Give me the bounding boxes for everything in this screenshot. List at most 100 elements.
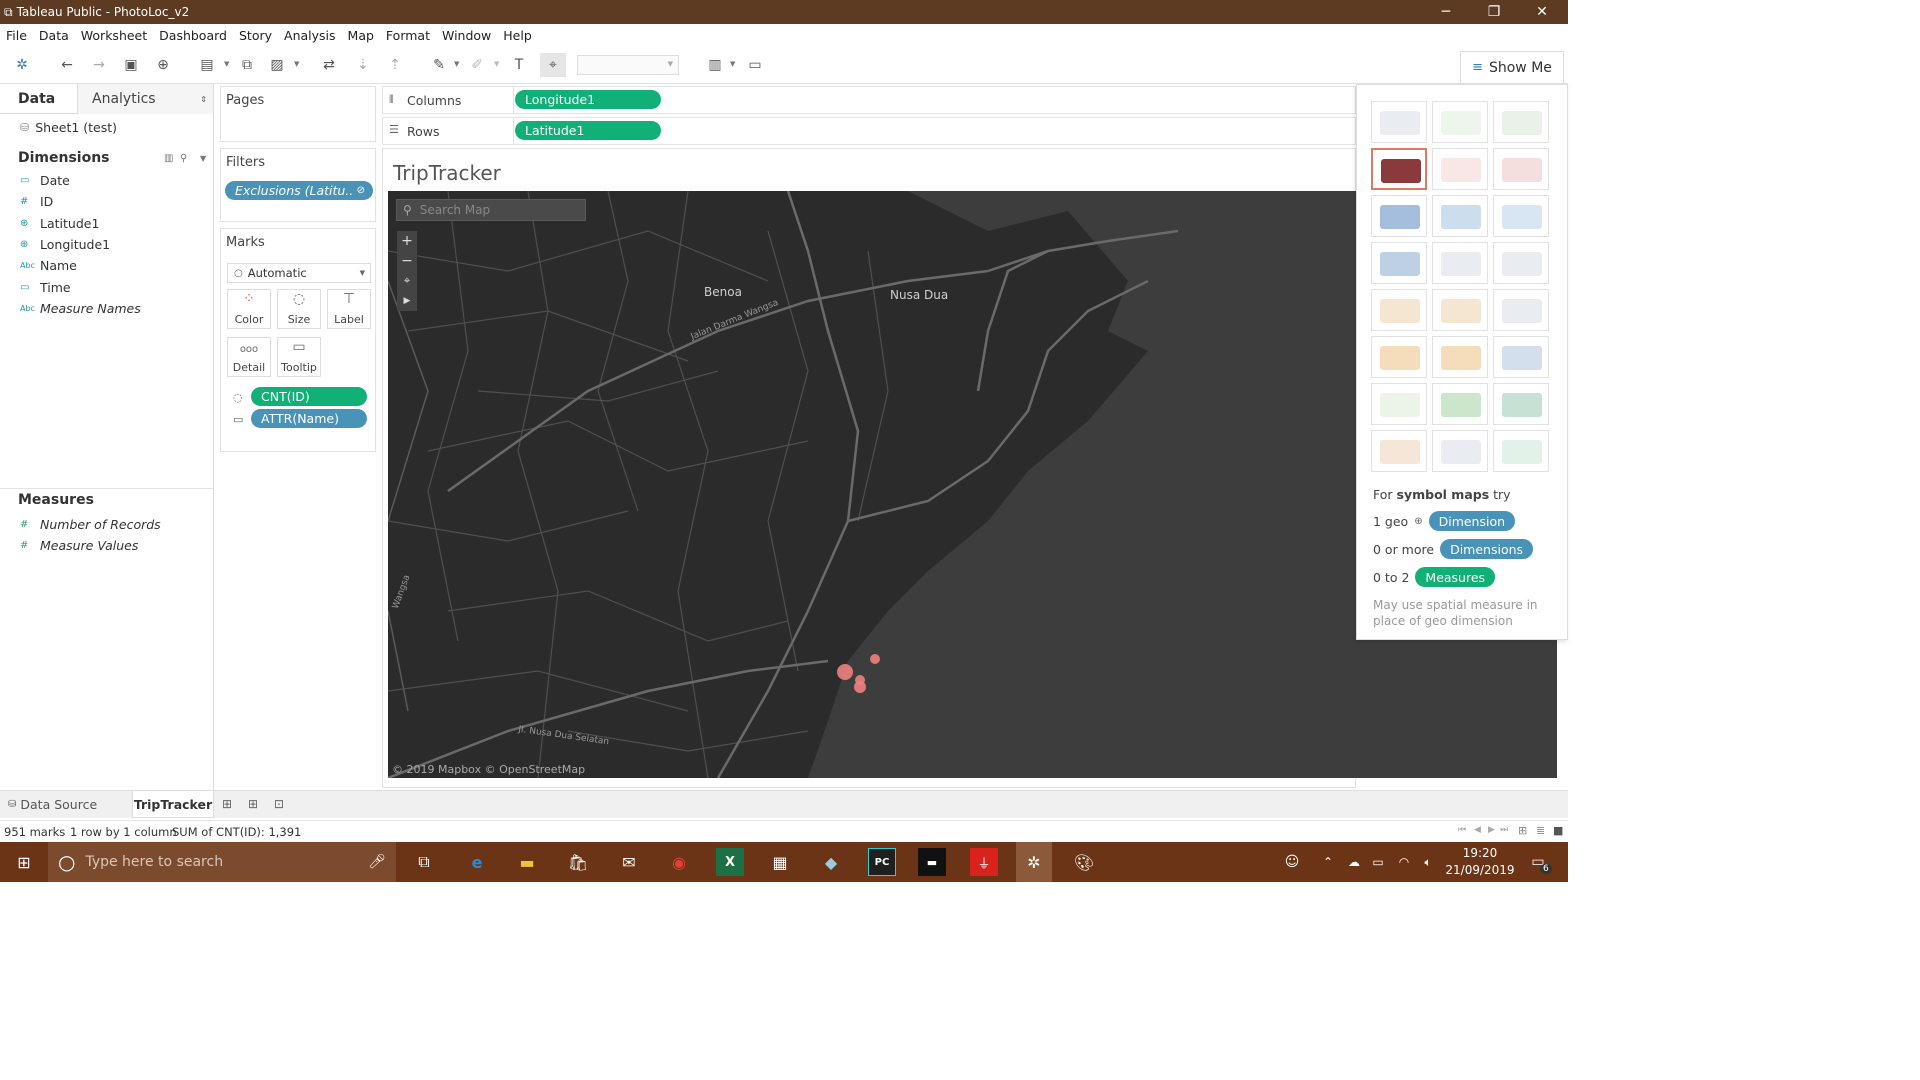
list-view-icon[interactable]: ≣ (1536, 824, 1545, 837)
chart-type-continuous-lines-icon[interactable] (1371, 289, 1427, 331)
dimensions-menu-icon[interactable]: ▼ (200, 154, 206, 163)
tooltip-button[interactable]: ▭ Tooltip (277, 337, 321, 377)
people-icon[interactable]: ☺ (1278, 848, 1306, 876)
chart-type-bullet-graph-icon[interactable] (1432, 430, 1488, 472)
fix-axes-icon[interactable]: ⌖ (540, 53, 566, 77)
new-worksheet-dropdown-icon[interactable]: ▼ (224, 60, 229, 68)
dimension-field[interactable]: Abc Measure Names (0, 298, 213, 319)
map-point-mark[interactable] (870, 654, 880, 664)
file-explorer-icon[interactable]: ▬ (513, 848, 541, 876)
redo-icon[interactable]: → (90, 56, 108, 74)
chart-type-box-and-whisker-icon[interactable] (1493, 383, 1549, 425)
columns-shelf[interactable]: ⦀ Columns Longitude1 (382, 86, 1356, 114)
detail-button[interactable]: ooo Detail (227, 337, 271, 377)
clear-sheet-icon[interactable]: ▨ (268, 56, 286, 74)
size-pill[interactable]: CNT(ID) (251, 387, 367, 406)
view-toggle-icon[interactable]: ▥ (164, 153, 173, 164)
presentation-mode-icon[interactable]: ▭ (746, 56, 764, 74)
chart-type-dual-lines-icon[interactable] (1493, 289, 1549, 331)
menu-dashboard[interactable]: Dashboard (159, 28, 227, 43)
chart-type-circle-views-icon[interactable] (1432, 242, 1488, 284)
app-icon[interactable]: ◆ (817, 848, 845, 876)
menu-worksheet[interactable]: Worksheet (81, 28, 147, 43)
pdf-reader-icon[interactable]: ⏚ (970, 848, 998, 876)
menu-file[interactable]: File (6, 28, 27, 43)
columns-pill[interactable]: Longitude1 (515, 90, 661, 109)
mark-type-dropdown[interactable]: ○ Automatic ▼ (227, 263, 371, 283)
battery-icon[interactable]: ▭ (1364, 848, 1392, 876)
chart-type-pie-chart-icon[interactable] (1493, 148, 1549, 190)
mail-icon[interactable]: ✉ (615, 848, 643, 876)
search-map-input[interactable]: ⚲ Search Map (396, 199, 586, 221)
clear-sheet-dropdown-icon[interactable]: ▼ (294, 60, 299, 68)
new-story-icon[interactable]: ⊡ (274, 797, 284, 811)
menu-story[interactable]: Story (239, 28, 272, 43)
pycharm-icon[interactable]: PC (868, 848, 896, 876)
measure-field[interactable]: # Measure Values (0, 535, 213, 556)
menu-map[interactable]: Map (348, 28, 374, 43)
chart-type-side-by-side-bars-icon[interactable] (1493, 195, 1549, 237)
show-cards-dropdown-icon[interactable]: ▼ (730, 60, 735, 68)
datasource-item[interactable]: ⛁ Sheet1 (test) (0, 114, 213, 140)
new-worksheet-icon[interactable]: ⊞ (222, 797, 232, 811)
taskbar-clock[interactable]: 19:20 21/09/2019 (1440, 845, 1520, 879)
sort-descending-icon[interactable]: ⇡ (386, 56, 404, 74)
size-button[interactable]: ◌ Size (277, 289, 321, 329)
chart-type-gantt-chart-icon[interactable] (1371, 430, 1427, 472)
chart-type-filled-map-icon[interactable] (1432, 148, 1488, 190)
grid-view-icon[interactable]: ⊞ (1518, 824, 1527, 837)
tray-expand-icon[interactable]: ⌃ (1314, 848, 1342, 876)
nav-first-icon[interactable]: ⏮ (1458, 825, 1466, 835)
measure-field[interactable]: # Number of Records (0, 514, 213, 535)
menu-help[interactable]: Help (503, 28, 532, 43)
chart-type-area-continuous-icon[interactable] (1371, 336, 1427, 378)
show-labels-icon[interactable]: T (510, 56, 528, 74)
pages-card[interactable]: Pages (220, 86, 376, 142)
chart-type-symbol-map-icon[interactable] (1371, 148, 1427, 190)
tab-data[interactable]: Data (0, 84, 78, 114)
dimension-field[interactable]: ⊕ Latitude1 (0, 213, 213, 234)
dimension-field[interactable]: ⊕ Longitude1 (0, 234, 213, 255)
label-button[interactable]: ⊤ Label (327, 289, 371, 329)
save-icon[interactable]: ▣ (122, 56, 140, 74)
show-cards-icon[interactable]: ▥ (706, 56, 724, 74)
chart-type-packed-bubbles-icon[interactable] (1493, 430, 1549, 472)
dimension-field[interactable]: ▭ Time (0, 276, 213, 297)
microphone-icon[interactable]: 🎤︎ (368, 854, 386, 870)
sort-ascending-icon[interactable]: ⇣ (354, 56, 372, 74)
expand-toolbar-icon[interactable]: ▶ (397, 291, 417, 311)
filmstrip-view-icon[interactable]: ■ (1553, 824, 1563, 837)
swap-rows-columns-icon[interactable]: ⇄ (320, 56, 338, 74)
app-icon[interactable]: ▦ (766, 848, 794, 876)
new-datasource-icon[interactable]: ⊕ (154, 56, 172, 74)
chart-type-stacked-bars-icon[interactable] (1432, 195, 1488, 237)
group-members-icon[interactable]: ✐ (468, 56, 486, 74)
dimension-field[interactable]: Abc Name (0, 255, 213, 276)
chart-type-highlight-table-icon[interactable] (1493, 101, 1549, 143)
zoom-out-button[interactable]: − (397, 251, 417, 271)
undo-icon[interactable]: ← (58, 56, 76, 74)
maximize-button[interactable]: ❐ (1470, 0, 1518, 24)
volume-icon[interactable]: 🔈︎ (1414, 848, 1442, 876)
tab-analytics[interactable]: Analytics ⇕ (78, 84, 213, 114)
terminal-icon[interactable]: ▬ (918, 848, 946, 876)
group-dropdown-icon[interactable]: ▼ (494, 60, 499, 68)
rows-shelf[interactable]: ☰ Rows Latitude1 (382, 117, 1356, 145)
chart-type-scatter-plot-icon[interactable] (1371, 383, 1427, 425)
menu-data[interactable]: Data (39, 28, 69, 43)
map-point-mark[interactable] (854, 681, 866, 693)
menu-analysis[interactable]: Analysis (284, 28, 336, 43)
map-point-mark[interactable] (837, 664, 853, 680)
dimension-field[interactable]: # ID (0, 191, 213, 212)
tab-menu-icon[interactable]: ⇕ (200, 95, 207, 104)
chart-type-text-table-icon[interactable] (1371, 101, 1427, 143)
nav-next-icon[interactable]: ▶ (1488, 825, 1495, 835)
color-button[interactable]: ⁘ Color (227, 289, 271, 329)
rows-pill[interactable]: Latitude1 (515, 121, 661, 140)
viz-title[interactable]: TripTracker (393, 161, 501, 185)
tableau-logo-icon[interactable]: ✲ (13, 56, 31, 74)
tooltip-pill[interactable]: ATTR(Name) (251, 409, 367, 428)
task-view-icon[interactable]: ⧉ (410, 848, 438, 876)
minimize-button[interactable]: ─ (1422, 0, 1470, 24)
menu-format[interactable]: Format (386, 28, 430, 43)
